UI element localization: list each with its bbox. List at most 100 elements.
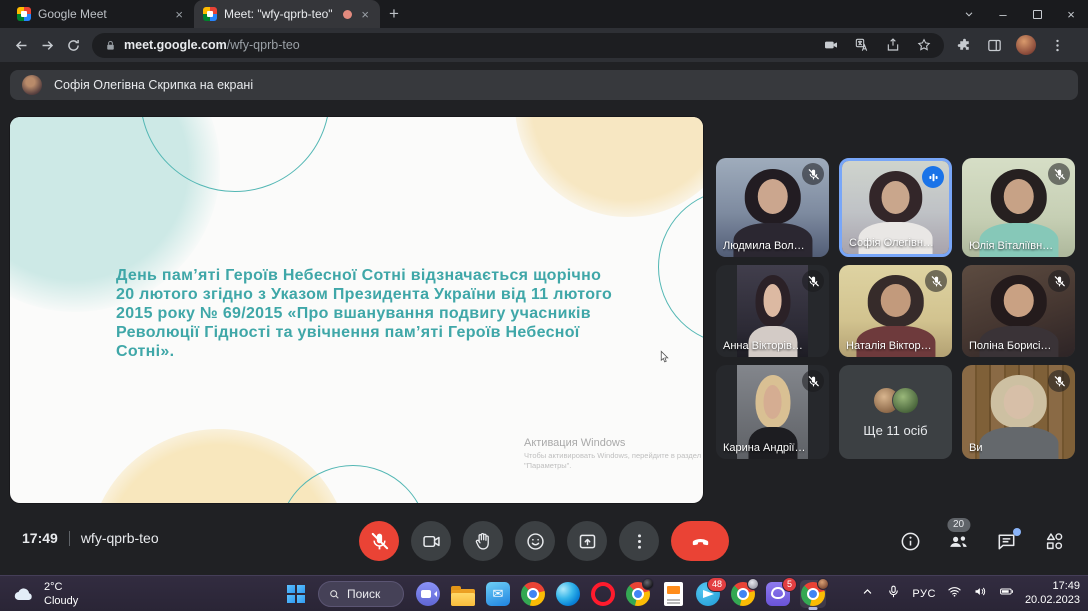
tab-google-meet[interactable]: Google Meet ×	[8, 0, 194, 28]
meeting-details-button[interactable]	[899, 530, 922, 553]
profile-avatar[interactable]	[1016, 35, 1036, 55]
windows-taskbar: 2°C Cloudy Поиск 48 5 РУС 17:4920.02.2023	[0, 575, 1088, 611]
forward-button[interactable]	[34, 32, 60, 58]
chat-button[interactable]	[995, 528, 1021, 553]
system-tray: РУС 17:49 20.02.2023	[860, 576, 1080, 611]
taskbar-app-chrome-4[interactable]	[800, 578, 829, 608]
participant-name: Поліна Борисі…	[969, 340, 1052, 352]
end-call-button[interactable]	[671, 521, 729, 561]
address-bar[interactable]: meet.google.com /wfy-qprb-teo	[92, 32, 944, 58]
taskbar-app-file-explorer[interactable]	[450, 580, 476, 608]
mic-muted-icon	[1048, 370, 1070, 392]
tab-close-icon[interactable]: ×	[359, 7, 371, 22]
activities-button[interactable]	[1043, 530, 1066, 553]
taskbar-app-chrome-1[interactable]	[520, 580, 546, 608]
slide-paragraph: День пам’яті Героїв Небесної Сотні відзн…	[116, 267, 613, 360]
reload-button[interactable]	[60, 32, 86, 58]
participants-button[interactable]: 20	[946, 518, 971, 553]
taskbar-app-mail[interactable]	[485, 580, 511, 608]
wifi-icon[interactable]	[947, 584, 962, 604]
speaking-indicator-icon	[922, 166, 944, 188]
taskbar-app-chrome-3[interactable]	[730, 578, 759, 608]
taskbar-app-impress[interactable]	[660, 580, 686, 608]
side-panel-icon[interactable]	[986, 37, 1003, 54]
windows-logo-icon	[287, 585, 305, 603]
slide-decor-circle	[658, 189, 703, 345]
taskbar-app-edge[interactable]	[555, 580, 581, 608]
participant-name: Софія Олегівн…	[849, 237, 934, 249]
maximize-button[interactable]	[1020, 0, 1054, 28]
taskbar-app-opera[interactable]	[590, 580, 616, 608]
participant-tile[interactable]: Людмила Вол…	[716, 158, 829, 257]
mic-muted-icon	[1048, 163, 1070, 185]
present-button[interactable]	[567, 521, 607, 561]
raise-hand-button[interactable]	[463, 521, 503, 561]
taskbar-app-telegram[interactable]: 48	[695, 577, 727, 608]
volume-icon[interactable]	[973, 584, 988, 604]
participant-name: Ви	[969, 442, 983, 454]
mic-muted-icon	[802, 370, 824, 392]
more-options-button[interactable]	[619, 521, 659, 561]
mic-button[interactable]	[359, 521, 399, 561]
participant-tile[interactable]: Карина Андрії…	[716, 365, 829, 459]
participant-name: Юлія Віталіївн…	[969, 240, 1054, 252]
search-label: Поиск	[347, 587, 381, 601]
reactions-button[interactable]	[515, 521, 555, 561]
language-indicator[interactable]: РУС	[912, 588, 936, 600]
chrome-icon	[521, 582, 545, 606]
extensions-puzzle-icon[interactable]	[956, 37, 973, 54]
screen: Google Meet × Meet: "wfy-qprb-teo" × + –…	[0, 0, 1088, 611]
tab-meet-call[interactable]: Meet: "wfy-qprb-teo" ×	[194, 0, 380, 28]
notification-badge: 48	[706, 577, 727, 592]
participant-tile[interactable]: Наталія Віктор…	[839, 265, 952, 357]
taskbar-app-chrome-2[interactable]	[625, 578, 654, 608]
window-controls: – ×	[952, 0, 1088, 28]
tab-search-chevron-icon[interactable]	[952, 0, 986, 28]
share-icon[interactable]	[885, 37, 901, 53]
divider	[68, 530, 70, 546]
url-path: /wfy-qprb-teo	[226, 38, 300, 52]
close-window-button[interactable]: ×	[1054, 0, 1088, 28]
impress-icon	[663, 582, 683, 606]
new-tab-button[interactable]: +	[380, 0, 408, 28]
meeting-code: wfy-qprb-teo	[80, 530, 159, 546]
mic-muted-icon	[802, 163, 824, 185]
camera-button[interactable]	[411, 521, 451, 561]
more-participants-avatars	[872, 386, 919, 414]
tray-clock[interactable]: 17:49 20.02.2023	[1025, 580, 1080, 608]
taskbar-app-viber[interactable]: 5	[765, 577, 797, 608]
mic-muted-icon	[1048, 270, 1070, 292]
taskbar-weather-widget[interactable]: 2°C Cloudy	[12, 580, 78, 609]
participants-grid: Людмила Вол… Софія Олегівн… Юлія Віталії…	[716, 158, 1075, 459]
tab-title: Meet: "wfy-qprb-teo"	[224, 7, 333, 21]
more-participants-tile[interactable]: Ще 11 осіб	[839, 365, 952, 459]
browser-menu-kebab-icon[interactable]	[1049, 37, 1066, 54]
meet-favicon-icon	[203, 7, 217, 21]
weather-temp: 2°C	[44, 581, 63, 593]
participant-tile[interactable]: Анна Вікторів…	[716, 265, 829, 357]
start-button[interactable]	[283, 581, 309, 607]
recording-dot-icon	[343, 9, 353, 19]
tray-time: 17:49	[1052, 580, 1080, 593]
tray-mic-icon[interactable]	[886, 584, 901, 604]
camera-permission-icon[interactable]	[823, 37, 839, 53]
bookmark-star-icon[interactable]	[916, 37, 932, 53]
translate-icon[interactable]	[854, 37, 870, 53]
participant-tile[interactable]: Софія Олегівн…	[839, 158, 952, 257]
tab-close-icon[interactable]: ×	[173, 7, 185, 22]
participant-tile[interactable]: Юлія Віталіївн…	[962, 158, 1075, 257]
profile-badge-icon	[747, 578, 759, 590]
battery-icon[interactable]	[999, 584, 1014, 604]
clock-time: 17:49	[22, 530, 58, 546]
participant-name: Наталія Віктор…	[846, 340, 932, 352]
taskbar-search[interactable]: Поиск	[318, 581, 404, 607]
mic-muted-icon	[925, 270, 947, 292]
participant-tile[interactable]: Поліна Борисі…	[962, 265, 1075, 357]
participant-tile[interactable]: Ви	[962, 365, 1075, 459]
participant-count-badge: 20	[946, 518, 971, 532]
presenter-avatar	[22, 75, 42, 95]
tray-expand-chevron-icon[interactable]	[860, 584, 875, 604]
taskbar-app-teams-chat[interactable]	[415, 580, 441, 608]
minimize-button[interactable]: –	[986, 0, 1020, 28]
back-button[interactable]	[8, 32, 34, 58]
